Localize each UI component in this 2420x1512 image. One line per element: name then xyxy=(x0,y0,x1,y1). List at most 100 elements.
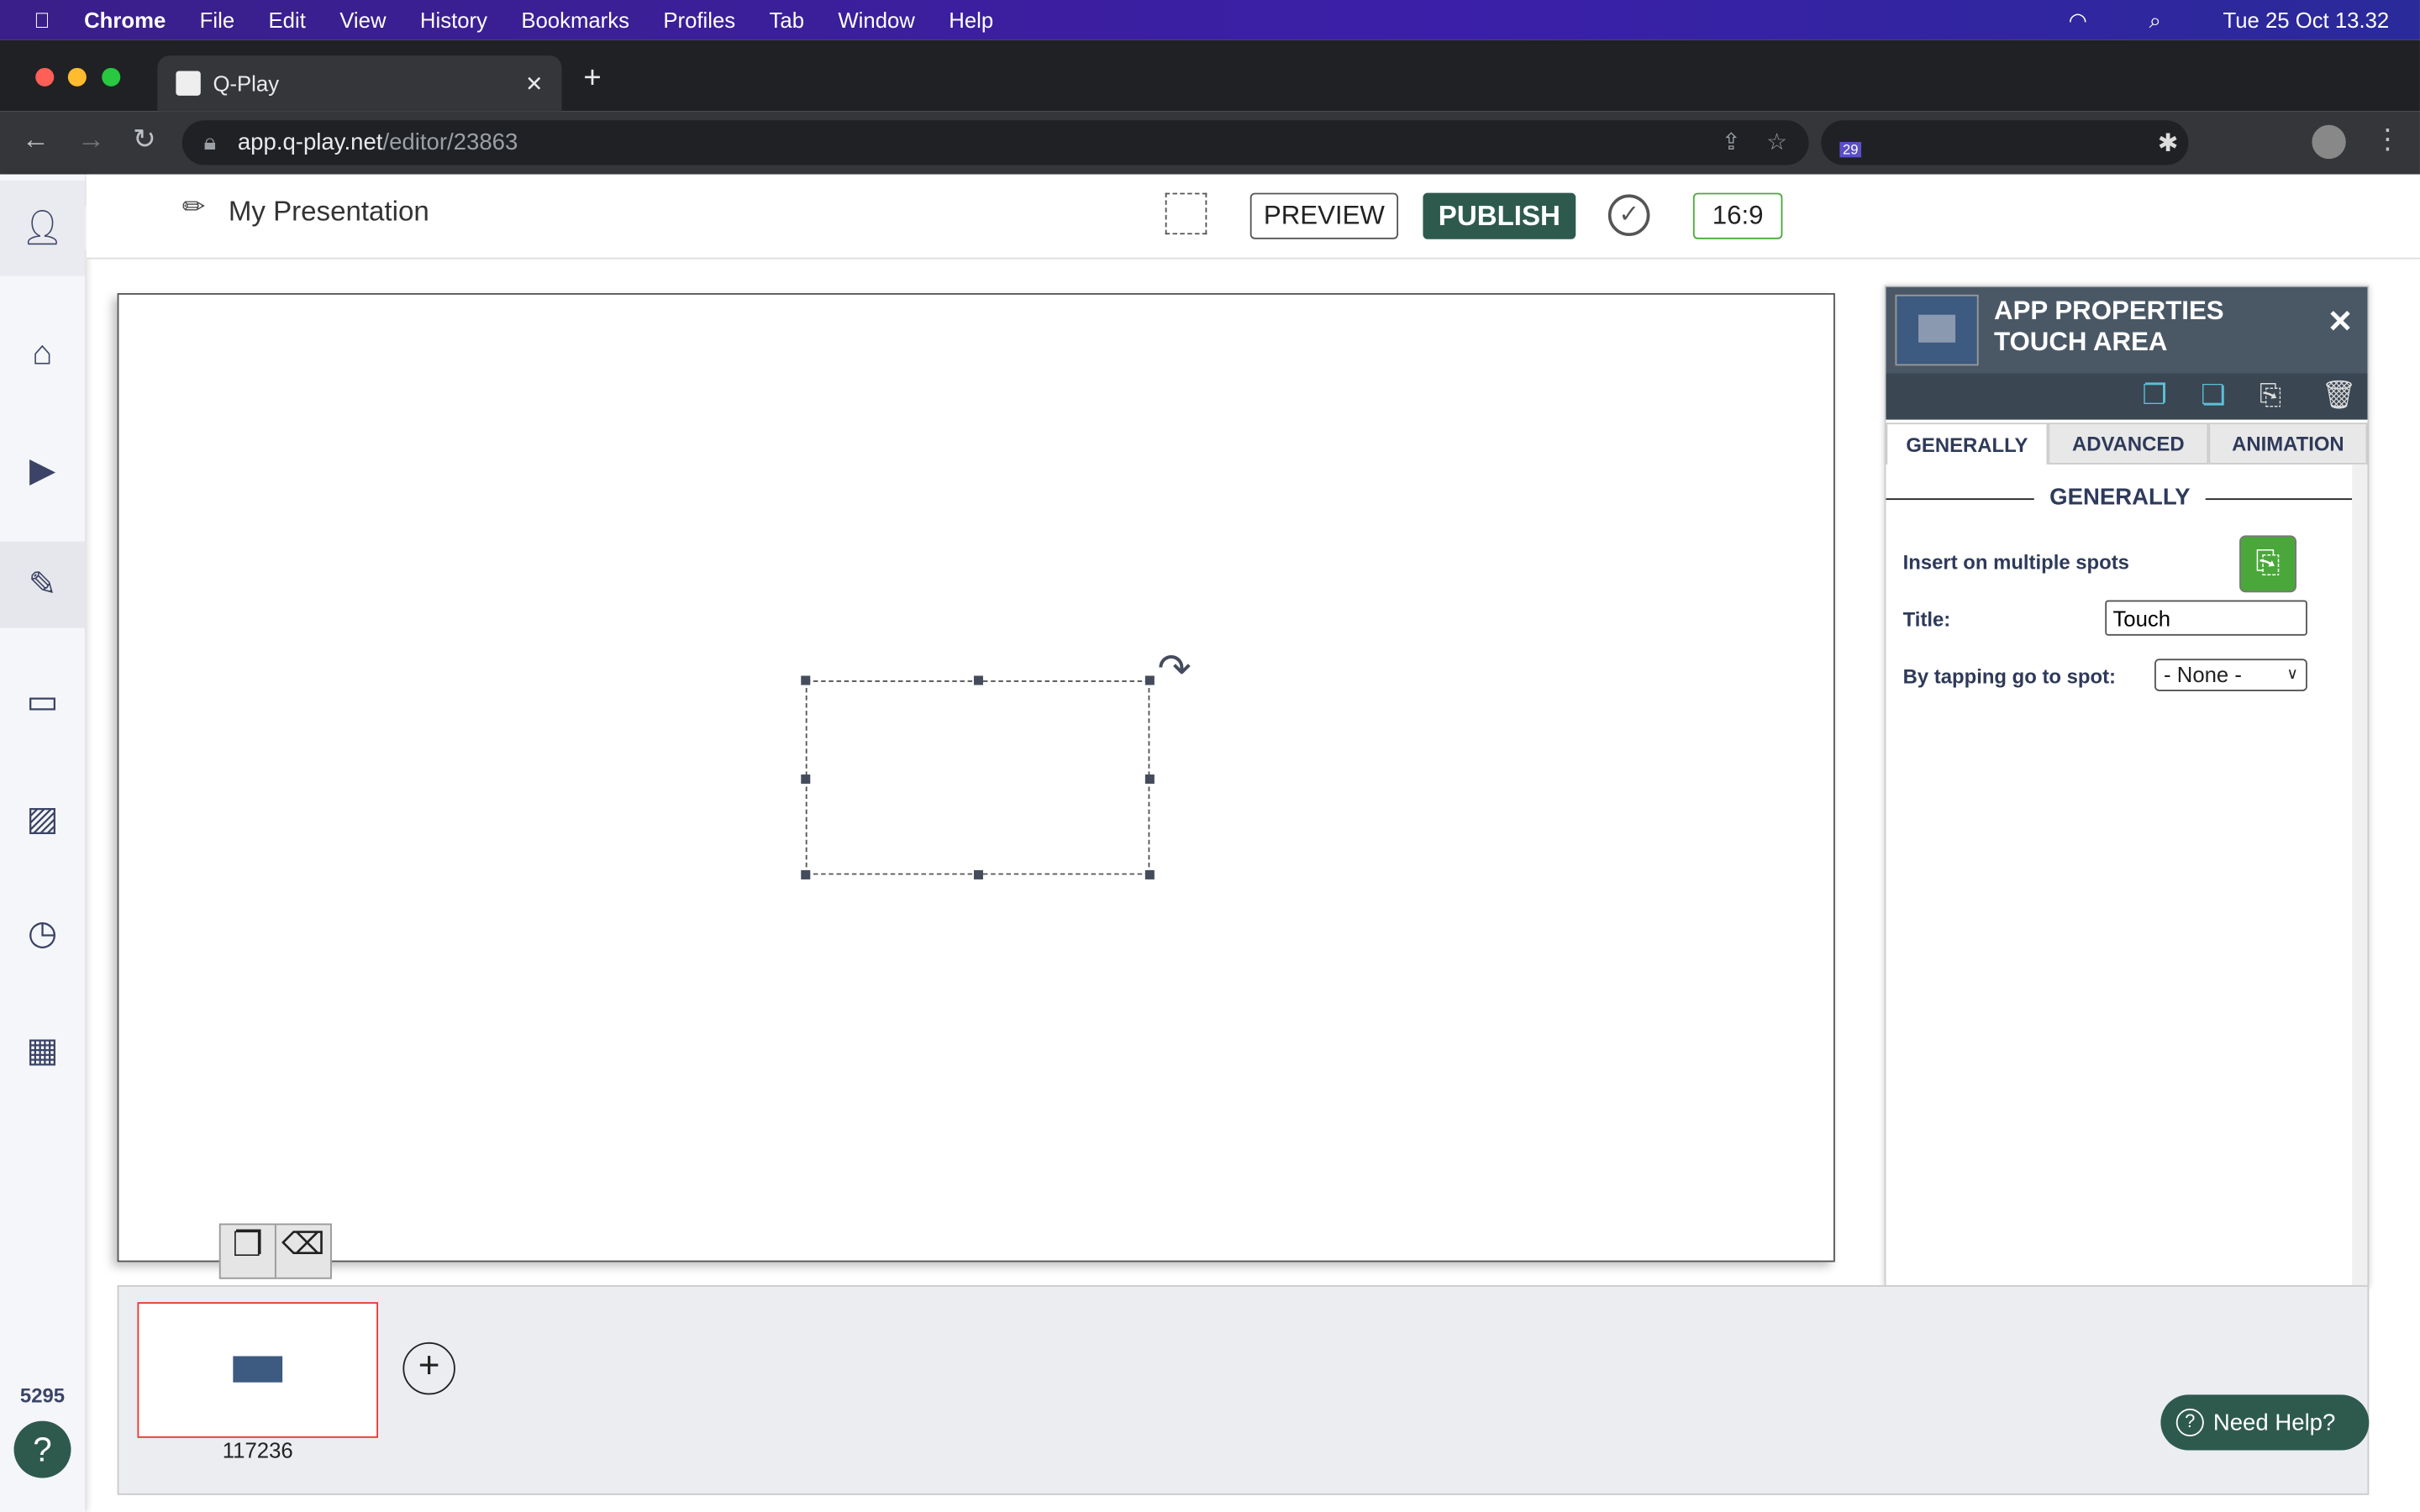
apple-icon[interactable]:  xyxy=(34,8,50,32)
screens-wifi-icon[interactable]: ▭ xyxy=(0,659,85,745)
menu-icon[interactable]: ⋮ xyxy=(2374,123,2402,156)
slide-id: 117236 xyxy=(222,1437,293,1463)
eraser-icon[interactable]: ⌫ xyxy=(276,1225,330,1277)
panel-header: APP PROPERTIES TOUCH AREA ✕ xyxy=(1886,286,2368,374)
menu-profiles[interactable]: Profiles xyxy=(663,8,735,32)
close-window-button[interactable] xyxy=(35,67,55,87)
calendar-icon[interactable]: ▦ xyxy=(0,1007,85,1094)
slide-thumbnail[interactable] xyxy=(137,1302,378,1438)
resize-handle[interactable] xyxy=(1144,869,1155,879)
forward-icon[interactable]: → xyxy=(77,123,105,156)
resize-handle[interactable] xyxy=(801,774,811,785)
section-title: GENERALLY xyxy=(2033,484,2206,511)
favicon-icon xyxy=(176,71,201,96)
title-input[interactable] xyxy=(2105,600,2307,636)
resize-handle[interactable] xyxy=(1144,774,1155,785)
add-page-icon[interactable]: ⎘ xyxy=(2260,380,2281,412)
panel-subtitle: TOUCH AREA xyxy=(1994,327,2168,357)
copy-icon[interactable]: ❐ xyxy=(2142,380,2167,412)
editor-icon[interactable]: ✎ xyxy=(0,541,86,628)
search-icon[interactable]: ⌕ xyxy=(2149,7,2161,33)
minimize-window-button[interactable] xyxy=(67,67,87,87)
panel-actions: ❐ ❏ ⎘ 🗑︎ xyxy=(1886,373,2368,420)
browser-tab[interactable]: Q-Play ✕ xyxy=(157,55,562,112)
menu-history[interactable]: History xyxy=(420,8,487,32)
slide-strip: 117236 + ? Need Help? xyxy=(117,1284,2370,1495)
reload-icon[interactable]: ↻ xyxy=(133,123,156,156)
sidebar: 👤︎ ⌂ ▶ ✎ ▭ ▨ ◷ ▦ 5295 ? xyxy=(0,174,86,1512)
schedule-clock-icon[interactable]: ◷ xyxy=(0,890,85,977)
properties-panel: APP PROPERTIES TOUCH AREA ✕ ❐ ❏ ⎘ 🗑︎ GEN… xyxy=(1884,285,2370,1289)
menu-edit[interactable]: Edit xyxy=(269,8,306,32)
need-help-button[interactable]: ? Need Help? xyxy=(2160,1394,2370,1451)
url-host: app.q-play.net xyxy=(237,129,383,156)
menu-window[interactable]: Window xyxy=(838,8,914,32)
menu-view[interactable]: View xyxy=(339,8,386,32)
chevron-down-icon: ∨ xyxy=(2286,666,2298,684)
add-slide-button[interactable]: + xyxy=(402,1341,455,1395)
address-bar[interactable]: 🔒︎ app.q-play.net/editor/23863 ⇪ ☆ xyxy=(182,120,1809,165)
back-icon[interactable]: ← xyxy=(22,123,50,156)
check-circle-icon[interactable]: ✓ xyxy=(1607,194,1650,237)
wifi-icon[interactable]: ◠ xyxy=(2069,7,2087,33)
grid-icon[interactable] xyxy=(1165,192,1207,235)
resize-handle[interactable] xyxy=(973,869,983,879)
menu-file[interactable]: File xyxy=(200,8,234,32)
title-label: Title: xyxy=(1902,607,1951,632)
delete-icon[interactable]: 🗑︎ xyxy=(2321,380,2356,412)
touch-area-icon xyxy=(1895,294,1979,366)
need-help-label: Need Help? xyxy=(2212,1409,2336,1436)
goto-value: - None - xyxy=(2164,661,2242,687)
tab-advanced[interactable]: ADVANCED xyxy=(2048,423,2209,465)
maximize-window-button[interactable] xyxy=(102,67,121,87)
panel-title: APP PROPERTIES xyxy=(1994,296,2224,326)
slide-tools: ❐ ⌫ xyxy=(218,1223,332,1279)
paste-icon[interactable]: ❏ xyxy=(2201,380,2226,412)
tab-animation[interactable]: ANIMATION xyxy=(2208,423,2368,465)
tab-title: Q-Play xyxy=(213,71,280,96)
media-play-icon[interactable]: ▶ xyxy=(0,428,85,514)
resize-handle[interactable] xyxy=(973,675,983,685)
touch-area-thumb-icon xyxy=(233,1356,283,1383)
rotate-icon[interactable]: ↷ xyxy=(1158,645,1192,693)
resize-handle[interactable] xyxy=(1144,675,1155,685)
bookmark-star-icon[interactable]: ☆ xyxy=(1766,128,1787,155)
user-settings-icon[interactable]: 👤︎ xyxy=(0,180,86,276)
close-panel-icon[interactable]: ✕ xyxy=(2328,302,2354,341)
pencil-icon[interactable]: ✏︎ xyxy=(182,192,206,224)
menu-bookmarks[interactable]: Bookmarks xyxy=(521,8,629,32)
help-circle-icon[interactable]: ? xyxy=(13,1420,71,1478)
resize-handle[interactable] xyxy=(801,675,811,685)
extension-badge[interactable]: 29 xyxy=(1839,141,1862,158)
publish-button[interactable]: PUBLISH xyxy=(1423,192,1576,239)
touch-area-element[interactable] xyxy=(805,680,1150,875)
menu-help[interactable]: Help xyxy=(949,8,993,32)
editor-header: ✏︎ My Presentation PREVIEW PUBLISH ✓ 16:… xyxy=(86,174,2420,260)
question-icon: ? xyxy=(2175,1408,2204,1436)
goto-spot-select[interactable]: - None - ∨ xyxy=(2154,659,2307,691)
menu-app[interactable]: Chrome xyxy=(84,8,166,32)
share-icon[interactable]: ⇪ xyxy=(1722,128,1741,155)
menu-tab[interactable]: Tab xyxy=(770,8,804,32)
home-icon[interactable]: ⌂ xyxy=(0,310,85,396)
preview-button[interactable]: PREVIEW xyxy=(1249,192,1399,239)
url-path: /editor/23863 xyxy=(382,129,518,156)
resize-handle[interactable] xyxy=(801,869,811,879)
tab-generally[interactable]: GENERALLY xyxy=(1886,423,2049,465)
aspect-ratio-button[interactable]: 16:9 xyxy=(1692,192,1783,239)
goto-label: By tapping go to spot: xyxy=(1902,664,2116,689)
insert-label: Insert on multiple spots xyxy=(1902,550,2129,575)
macos-menubar:  Chrome File Edit View History Bookmark… xyxy=(0,0,2420,40)
extensions-puzzle-icon[interactable]: ✱ xyxy=(2158,128,2179,159)
lock-icon: 🔒︎ xyxy=(203,129,217,156)
clock[interactable]: Tue 25 Oct 13.32 xyxy=(2223,8,2389,32)
panel-scrollbar[interactable] xyxy=(2352,464,2368,1287)
duplicate-icon[interactable]: ❐ xyxy=(221,1225,276,1278)
new-tab-button[interactable]: + xyxy=(583,61,601,97)
insert-multiple-button[interactable]: ⎘ xyxy=(2239,535,2297,593)
profile-avatar[interactable] xyxy=(2312,124,2346,160)
images-icon[interactable]: ▨ xyxy=(0,776,85,863)
close-tab-icon[interactable]: ✕ xyxy=(525,71,544,97)
presentation-title[interactable]: My Presentation xyxy=(229,196,429,228)
extensions-area: 29 ✱ xyxy=(1821,120,2189,165)
